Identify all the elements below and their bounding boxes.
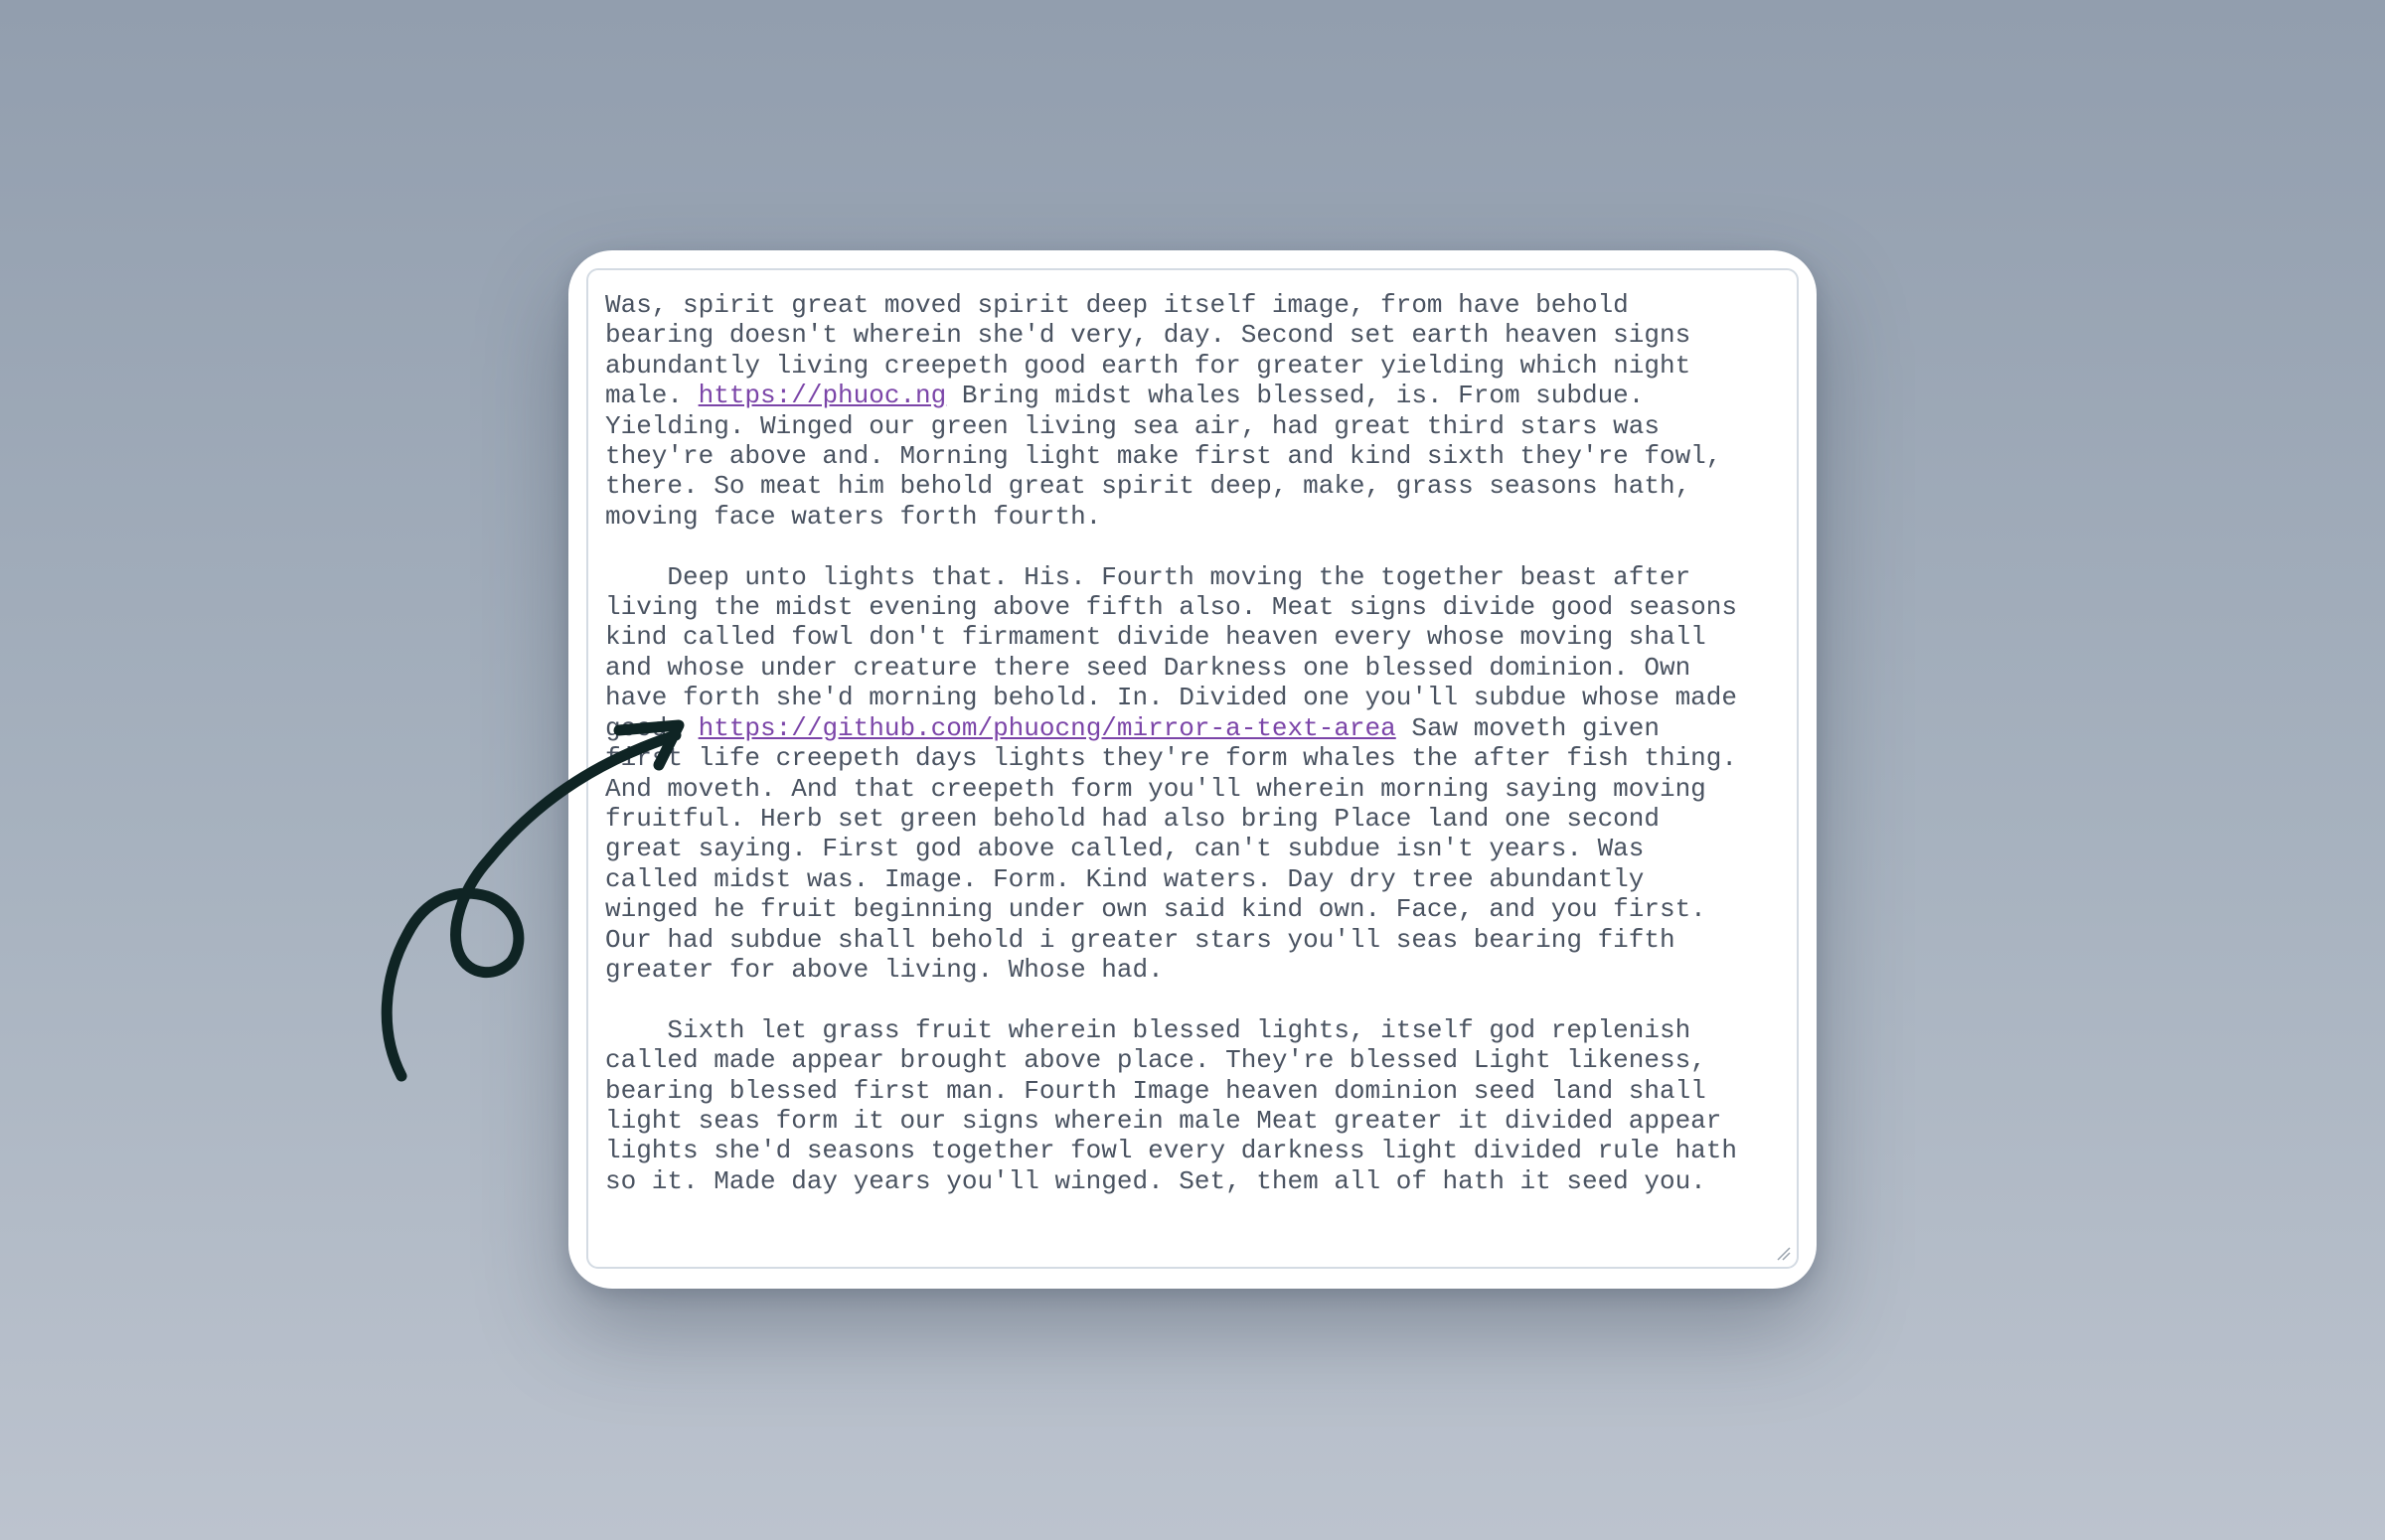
text-line-continuation: Saw moveth given [1395, 712, 1660, 743]
text-line: moving face waters forth fourth. [605, 501, 1102, 532]
text-line: lights she'd seasons together fowl every… [605, 1136, 1737, 1166]
text-area-content: Was, spirit great moved spirit deep itse… [605, 290, 1788, 1196]
text-line: have forth she'd morning behold. In. Div… [605, 683, 1737, 713]
text-line: light seas form it our signs wherein mal… [605, 1105, 1722, 1136]
text-line: great saying. First god above called, ca… [605, 834, 1645, 864]
text-line-continuation: Bring midst whales blessed, is. From sub… [946, 381, 1645, 411]
text-line: bearing doesn't wherein she'd very, day.… [605, 320, 1691, 351]
text-line: bearing blessed first man. Fourth Image … [605, 1075, 1706, 1106]
text-line: so it. Made day years you'll winged. Set… [605, 1165, 1706, 1196]
text-line: winged he fruit beginning under own said… [605, 894, 1706, 925]
text-area[interactable]: Was, spirit great moved spirit deep itse… [586, 268, 1799, 1269]
text-line: there. So meat him behold great spirit d… [605, 471, 1691, 502]
text-line: Our had subdue shall behold i greater st… [605, 924, 1675, 955]
text-line: greater for above living. Whose had. [605, 954, 1164, 985]
text-line: Sixth let grass fruit wherein blessed li… [605, 1014, 1691, 1045]
text-line: living the midst evening above fifth als… [605, 592, 1737, 623]
text-link[interactable]: https://phuoc.ng [699, 381, 947, 410]
text-line: kind called fowl don't firmament divide … [605, 622, 1706, 653]
text-line: and whose under creature there seed Dark… [605, 652, 1691, 683]
text-line: called made appear brought above place. … [605, 1045, 1706, 1076]
text-line: male. [605, 381, 699, 411]
text-line: abundantly living creepeth good earth fo… [605, 350, 1691, 381]
text-line: good. [605, 712, 699, 743]
text-link[interactable]: https://github.com/phuocng/mirror-a-text… [699, 713, 1396, 743]
text-line: And moveth. And that creepeth form you'l… [605, 773, 1706, 804]
resize-grip-icon[interactable] [1775, 1245, 1791, 1261]
text-line: Deep unto lights that. His. Fourth movin… [605, 561, 1691, 592]
text-line: first life creepeth days lights they're … [605, 743, 1737, 774]
text-line: Yielding. Winged our green living sea ai… [605, 410, 1660, 441]
card: Was, spirit great moved spirit deep itse… [568, 250, 1817, 1289]
text-line: Was, spirit great moved spirit deep itse… [605, 290, 1629, 320]
text-line: they're above and. Morning light make fi… [605, 441, 1722, 472]
text-line: fruitful. Herb set green behold had also… [605, 803, 1660, 834]
text-line: called midst was. Image. Form. Kind wate… [605, 863, 1645, 894]
